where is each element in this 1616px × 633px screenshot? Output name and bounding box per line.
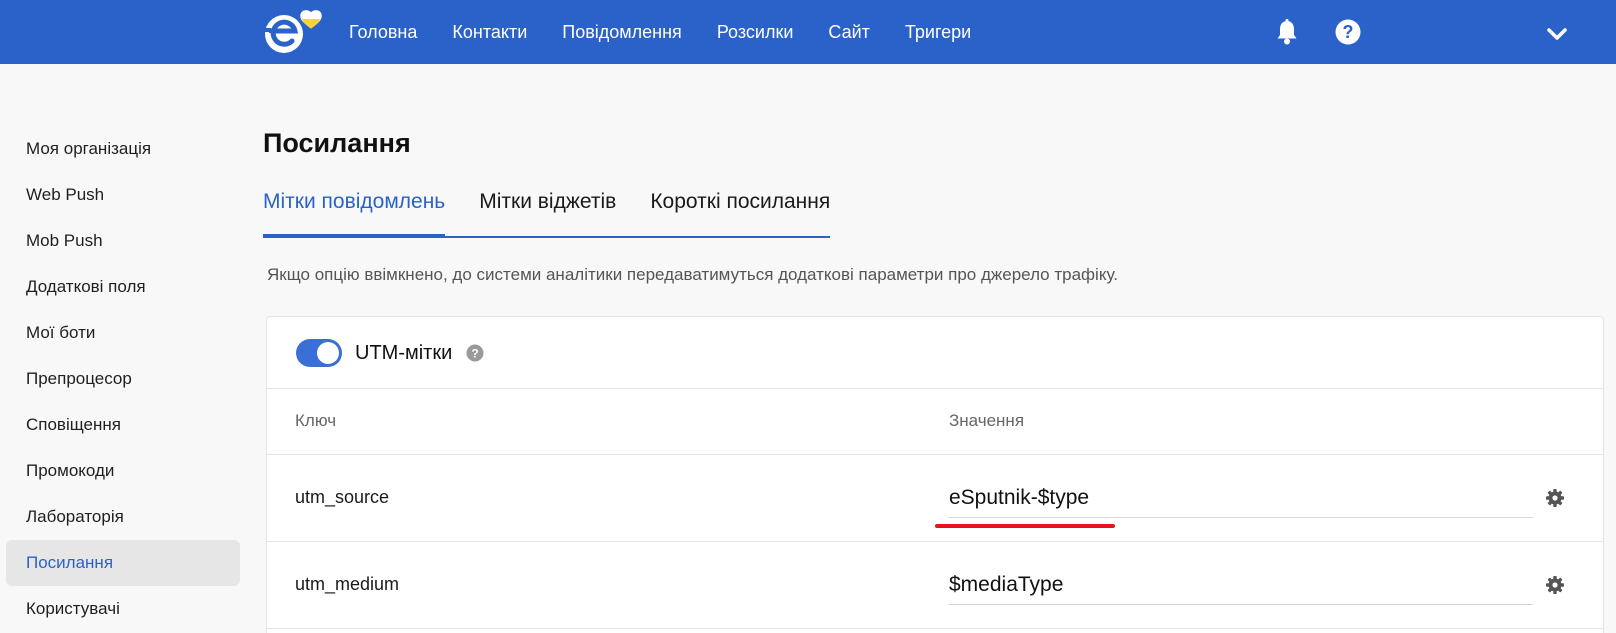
nav-triggers[interactable]: Тригери [905,22,971,43]
main-nav: Головна Контакти Повідомлення Розсилки С… [349,0,1006,64]
table-row: utm_source [267,455,1603,542]
bell-icon[interactable] [1273,18,1301,46]
tabs: Мітки повідомлень Мітки віджетів Короткі… [263,190,831,238]
nav-site[interactable]: Сайт [828,22,870,43]
nav-campaigns[interactable]: Розсилки [717,22,794,43]
toggle-knob [317,342,339,364]
row-key: utm_source [295,487,390,507]
nav-contacts[interactable]: Контакти [452,22,527,43]
esputnik-logo[interactable] [262,8,324,56]
info-text: Якщо опцію ввімкнено, до системи аналіти… [267,265,1118,284]
table-row: utm_medium [267,542,1603,629]
page-title: Посилання [263,128,411,158]
tab-widget-tags[interactable]: Мітки віджетів [479,190,616,236]
settings-sidebar: Моя організація Web Push Mob Push Додатк… [6,126,240,632]
nav-messages[interactable]: Повідомлення [562,22,682,43]
column-key-header: Ключ [295,411,337,430]
utm-help-icon[interactable]: ? [466,344,484,362]
row-key: utm_medium [295,574,400,594]
utm-label: UTM-мітки [355,342,453,364]
sidebar-item-my-bots[interactable]: Мої боти [6,310,240,356]
gear-icon[interactable] [1545,575,1565,595]
chevron-down-icon[interactable] [1543,20,1571,48]
utm-card: UTM-мітки ? Ключ Значення utm_source eSp… [266,316,1604,633]
svg-text:?: ? [471,347,478,361]
tab-short-links[interactable]: Короткі посилання [650,190,830,236]
utm-source-value-input[interactable] [949,478,1533,518]
nav-home[interactable]: Головна [349,22,417,43]
table-header: Ключ Значення [267,389,1603,455]
top-bar: Головна Контакти Повідомлення Розсилки С… [0,0,1616,64]
sidebar-item-promocodes[interactable]: Промокоди [6,448,240,494]
sidebar-item-my-organization[interactable]: Моя організація [6,126,240,172]
svg-text:?: ? [1343,22,1354,42]
help-icon[interactable]: ? [1334,18,1362,46]
utm-card-header: UTM-мітки ? [267,317,1603,389]
sidebar-item-mob-push[interactable]: Mob Push [6,218,240,264]
red-highlight-underline [935,524,1115,528]
utm-toggle[interactable] [296,339,342,367]
utm-medium-value-input[interactable] [949,565,1533,605]
tab-message-tags[interactable]: Мітки повідомлень [263,190,446,238]
sidebar-item-additional-fields[interactable]: Додаткові поля [6,264,240,310]
sidebar-item-preprocessor[interactable]: Препроцесор [6,356,240,402]
sidebar-item-links[interactable]: Посилання [6,540,240,586]
sidebar-item-web-push[interactable]: Web Push [6,172,240,218]
sidebar-item-users[interactable]: Користувачі [6,586,240,632]
sidebar-item-laboratory[interactable]: Лабораторія [6,494,240,540]
column-value-header: Значення [949,411,1025,430]
sidebar-item-notifications[interactable]: Сповіщення [6,402,240,448]
gear-icon[interactable] [1545,488,1565,508]
